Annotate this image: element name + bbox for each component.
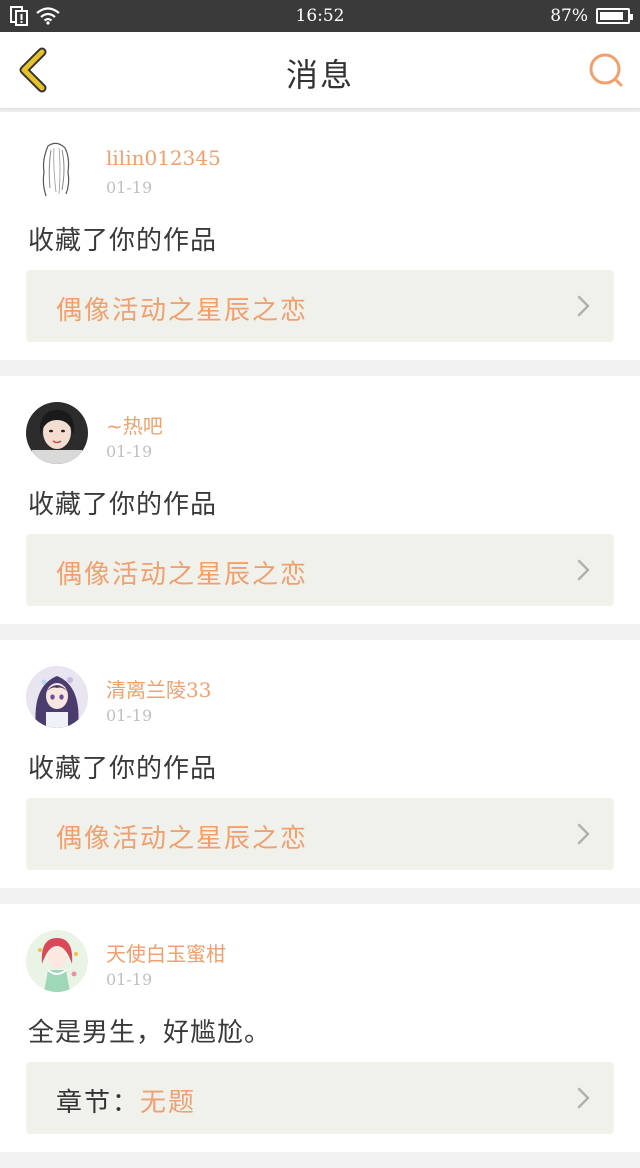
work-link[interactable]: 偶像活动之星辰之恋 <box>26 534 614 606</box>
message-date: 01-19 <box>106 442 153 461</box>
search-button[interactable] <box>586 50 626 90</box>
username[interactable]: 天使白玉蜜柑 <box>106 938 226 967</box>
battery-percent: 87% <box>550 6 588 26</box>
page-title: 消息 <box>285 56 354 94</box>
work-title: 偶像活动之星辰之恋 <box>56 824 309 854</box>
work-title: 偶像活动之星辰之恋 <box>56 296 309 326</box>
chapter-title: 无题 <box>140 1088 197 1118</box>
chevron-right-icon <box>577 295 590 317</box>
work-link-label: 章节：无题 <box>56 1082 196 1119</box>
work-link[interactable]: 偶像活动之星辰之恋 <box>26 270 614 342</box>
avatar-image <box>26 666 88 728</box>
work-link-label: 偶像活动之星辰之恋 <box>56 554 308 591</box>
message-text: 收藏了你的作品 <box>28 490 218 520</box>
message-text: 收藏了你的作品 <box>28 754 218 784</box>
battery-icon <box>596 8 633 24</box>
avatar-image <box>26 402 88 464</box>
username[interactable]: ~热吧 <box>106 410 163 439</box>
message-date: 01-19 <box>106 970 153 989</box>
chapter-link[interactable]: 章节：无题 <box>26 1062 614 1134</box>
avatar[interactable] <box>26 930 88 992</box>
status-bar: 16:52 87% <box>0 0 640 32</box>
status-time: 16:52 <box>295 6 345 26</box>
avatar[interactable] <box>26 138 88 200</box>
avatar[interactable] <box>26 402 88 464</box>
work-link-label: 偶像活动之星辰之恋 <box>56 290 308 327</box>
message-text: 收藏了你的作品 <box>28 226 218 256</box>
message-date: 01-19 <box>106 178 153 197</box>
avatar[interactable] <box>26 666 88 728</box>
message-card: lilin012345 01-19 收藏了你的作品 偶像活动之星辰之恋 <box>0 112 640 360</box>
username[interactable]: 清离兰陵33 <box>106 674 211 703</box>
username[interactable]: lilin012345 <box>106 146 221 170</box>
search-icon <box>589 53 623 87</box>
message-date: 01-19 <box>106 706 153 725</box>
message-card: ~热吧 01-19 收藏了你的作品 偶像活动之星辰之恋 <box>0 376 640 624</box>
avatar-image <box>26 930 88 992</box>
message-list: lilin012345 01-19 收藏了你的作品 偶像活动之星辰之恋 ~热吧 <box>0 112 640 1168</box>
work-link-prefix: 章节： <box>56 1088 141 1118</box>
message-card: 清离兰陵33 01-19 收藏了你的作品 偶像活动之星辰之恋 <box>0 640 640 888</box>
status-icons-right: 87% <box>550 6 633 26</box>
chevron-right-icon <box>577 823 590 845</box>
work-link[interactable]: 偶像活动之星辰之恋 <box>26 798 614 870</box>
work-link-label: 偶像活动之星辰之恋 <box>56 818 308 855</box>
chevron-right-icon <box>577 559 590 581</box>
avatar-image <box>26 138 88 200</box>
work-title: 偶像活动之星辰之恋 <box>56 560 309 590</box>
message-card: 天使白玉蜜柑 01-19 全是男生，好尴尬。 章节：无题 <box>0 904 640 1152</box>
message-text: 全是男生，好尴尬。 <box>28 1018 272 1048</box>
battery-level <box>600 12 623 20</box>
chevron-right-icon <box>577 1087 590 1109</box>
header: 消息 <box>0 32 640 109</box>
